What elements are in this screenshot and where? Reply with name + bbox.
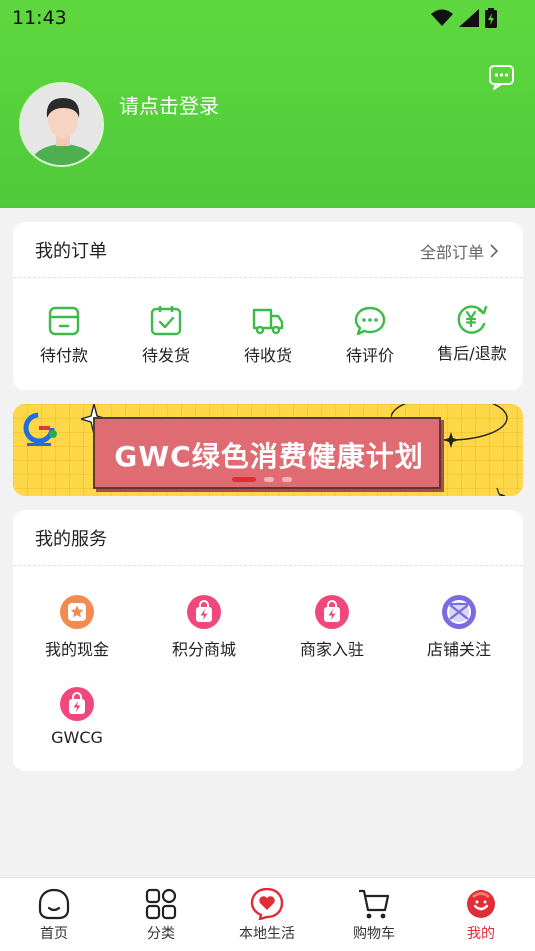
chat-bubble-icon bbox=[354, 306, 386, 336]
pagination-dot[interactable] bbox=[264, 477, 274, 482]
service-merchant-join[interactable]: 商家入驻 bbox=[277, 594, 387, 660]
service-gwcg[interactable]: GWCG bbox=[22, 686, 132, 747]
heart-bubble-icon bbox=[250, 888, 284, 920]
order-label: 待发货 bbox=[141, 346, 190, 365]
shopping-bag-bolt-icon bbox=[187, 595, 221, 629]
shopping-bag-bolt-icon bbox=[60, 687, 94, 721]
login-prompt[interactable]: 请点击登录 bbox=[119, 90, 219, 119]
services-card: 我的服务 我的现金 积分商城 商家入驻 店铺关注 GWCG bbox=[13, 510, 523, 771]
shopping-cart-icon bbox=[359, 889, 390, 919]
orders-card: 我的订单 全部订单 待付款 待发货 待收货 待评价 售后/退款 bbox=[13, 222, 523, 390]
service-my-cash[interactable]: 我的现金 bbox=[22, 594, 132, 660]
service-label: 店铺关注 bbox=[426, 640, 491, 659]
tab-home[interactable]: 首页 bbox=[14, 888, 94, 943]
pagination-dot-active[interactable] bbox=[232, 477, 256, 482]
order-after-sales-refund[interactable]: 售后/退款 bbox=[427, 304, 517, 364]
service-label: 商家入驻 bbox=[299, 640, 364, 659]
compass-icon bbox=[442, 595, 476, 629]
tab-label: 分类 bbox=[147, 926, 175, 942]
all-orders-label: 全部订单 bbox=[419, 243, 484, 262]
services-title: 我的服务 bbox=[35, 529, 107, 550]
status-bar: 11:43 bbox=[0, 0, 535, 36]
all-orders-link[interactable]: 全部订单 bbox=[420, 239, 499, 263]
message-icon[interactable] bbox=[488, 64, 515, 91]
gwc-logo-icon bbox=[23, 412, 57, 446]
order-pending-review[interactable]: 待评价 bbox=[325, 306, 415, 366]
signal-icon bbox=[459, 9, 479, 27]
tab-cart[interactable]: 购物车 bbox=[334, 888, 414, 943]
service-points-mall[interactable]: 积分商城 bbox=[149, 594, 259, 660]
service-label: GWCG bbox=[51, 728, 103, 747]
orders-divider bbox=[13, 277, 523, 278]
category-grid-icon bbox=[145, 888, 177, 920]
refund-yen-icon bbox=[457, 305, 488, 334]
orders-title: 我的订单 bbox=[35, 241, 107, 262]
order-label: 待评价 bbox=[345, 346, 394, 365]
tab-label: 购物车 bbox=[353, 926, 395, 942]
delivery-truck-icon bbox=[252, 308, 284, 335]
shopping-bag-bolt-icon bbox=[315, 595, 349, 629]
battery-icon bbox=[485, 8, 497, 28]
order-pending-receipt[interactable]: 待收货 bbox=[223, 306, 313, 366]
service-store-follow[interactable]: 店铺关注 bbox=[404, 594, 514, 660]
package-check-icon bbox=[150, 306, 182, 336]
service-label: 我的现金 bbox=[44, 640, 109, 659]
tab-local-life[interactable]: 本地生活 bbox=[227, 888, 307, 943]
service-label: 积分商城 bbox=[171, 640, 236, 659]
order-label: 待付款 bbox=[39, 346, 88, 365]
tab-label: 我的 bbox=[467, 926, 495, 942]
tab-me[interactable]: 我的 bbox=[441, 888, 521, 943]
order-label: 待收货 bbox=[243, 346, 292, 365]
tab-category[interactable]: 分类 bbox=[121, 888, 201, 943]
order-pending-shipment[interactable]: 待发货 bbox=[121, 306, 211, 366]
tab-label: 本地生活 bbox=[239, 926, 295, 942]
profile-mascot-icon bbox=[467, 890, 495, 918]
chevron-right-icon bbox=[490, 244, 499, 258]
wallet-icon bbox=[48, 306, 80, 336]
status-time: 11:43 bbox=[12, 7, 67, 29]
tab-label: 首页 bbox=[40, 926, 68, 942]
banner-headline: GWC绿色消费健康计划 bbox=[114, 440, 424, 473]
home-face-icon bbox=[38, 888, 70, 920]
pagination-dot[interactable] bbox=[282, 477, 292, 482]
avatar[interactable] bbox=[19, 82, 104, 167]
banner-pagination bbox=[232, 477, 292, 482]
promo-banner[interactable]: GWC绿色消费健康计划 bbox=[13, 404, 523, 496]
star-badge-icon bbox=[60, 595, 94, 629]
order-pending-payment[interactable]: 待付款 bbox=[19, 306, 109, 366]
wifi-icon bbox=[431, 9, 453, 26]
bottom-tab-bar: 首页 分类 本地生活 购物车 我的 bbox=[0, 877, 535, 951]
services-divider bbox=[13, 565, 523, 566]
order-label: 售后/退款 bbox=[437, 344, 507, 363]
status-icons bbox=[431, 8, 497, 28]
profile-header: 11:43 请点击登录 bbox=[0, 0, 535, 208]
default-avatar-icon bbox=[21, 84, 102, 165]
